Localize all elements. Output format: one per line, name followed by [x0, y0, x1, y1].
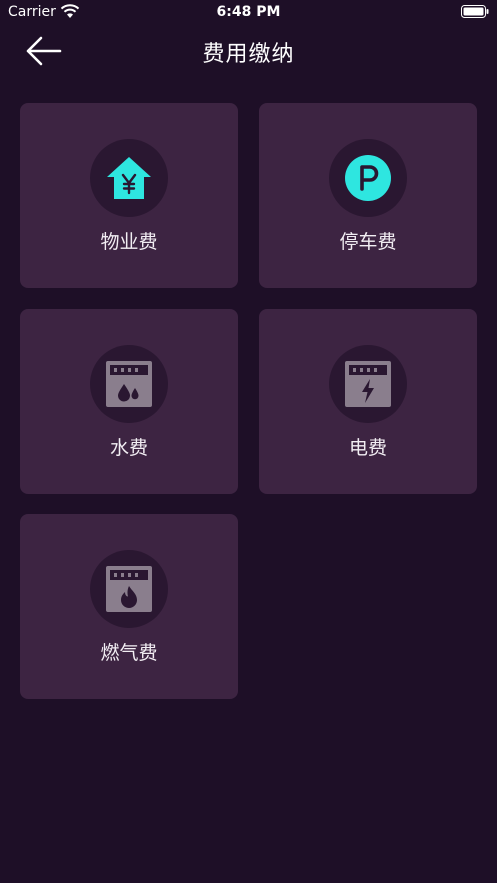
- card-icon-circle: [329, 139, 407, 217]
- card-icon-circle: [329, 345, 407, 423]
- card-label: 物业费: [100, 231, 158, 253]
- gas-fee-card[interactable]: 燃气费: [20, 514, 238, 699]
- water-meter-icon: [106, 361, 152, 407]
- card-icon-circle: [90, 345, 168, 423]
- nav-bar: 费用缴纳: [0, 26, 497, 76]
- card-label: 燃气费: [100, 642, 158, 664]
- property-house-yen-icon: [107, 157, 151, 199]
- parking-fee-card[interactable]: 停车费: [259, 103, 477, 288]
- electric-meter-icon: [345, 361, 391, 407]
- parking-p-icon: [345, 155, 391, 201]
- card-icon-circle: [90, 550, 168, 628]
- water-fee-card[interactable]: 水费: [20, 309, 238, 494]
- card-icon-circle: [90, 139, 168, 217]
- card-label: 停车费: [339, 231, 397, 253]
- card-label: 水费: [109, 437, 148, 459]
- gas-meter-icon: [106, 566, 152, 612]
- battery-icon: [461, 5, 489, 18]
- status-time: 6:48 PM: [216, 4, 281, 20]
- electricity-fee-card[interactable]: 电费: [259, 309, 477, 494]
- page-title: 费用缴纳: [202, 42, 295, 67]
- card-label: 电费: [348, 437, 387, 459]
- status-bar: Carrier 6:48 PM: [0, 0, 497, 26]
- property-fee-card[interactable]: 物业费: [20, 103, 238, 288]
